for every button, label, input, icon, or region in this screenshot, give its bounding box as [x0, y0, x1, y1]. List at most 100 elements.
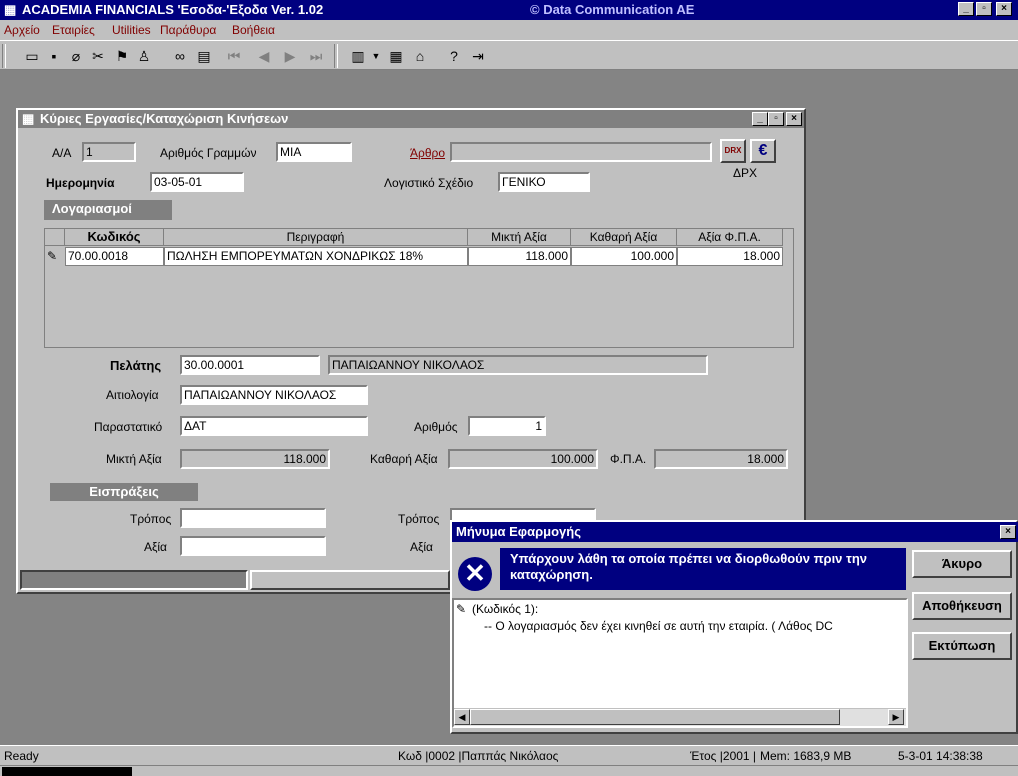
- status-bar: Ready Κωδ |0002 |Παππάς Νικόλαος Έτος |2…: [0, 745, 1018, 765]
- users-icon[interactable]: ♙: [134, 46, 154, 66]
- child-title-bar: ▦ Κύριες Εργασίες/Καταχώριση Κινήσεων _ …: [18, 110, 804, 128]
- exit-icon[interactable]: ⇥: [468, 46, 488, 66]
- number-field[interactable]: 1: [468, 416, 546, 436]
- binoculars-icon[interactable]: ∞: [170, 46, 190, 66]
- plan-field[interactable]: ΓΕΝΙΚΟ: [498, 172, 590, 192]
- close-button[interactable]: ×: [996, 2, 1012, 16]
- row-pencil-icon: ✎: [47, 249, 58, 263]
- child-title: Κύριες Εργασίες/Καταχώριση Κινήσεων: [40, 111, 289, 126]
- menu-windows[interactable]: Παράθυρα: [160, 23, 216, 37]
- customer-code-field[interactable]: 30.00.0001: [180, 355, 320, 375]
- child-close-button[interactable]: ×: [786, 112, 802, 126]
- app-icon: ▦: [4, 2, 17, 17]
- open-icon[interactable]: ▭: [22, 46, 42, 66]
- eraser-icon[interactable]: ⌀: [66, 46, 86, 66]
- save-button[interactable]: Αποθήκευση: [912, 592, 1012, 620]
- status-ready: Ready: [4, 749, 39, 763]
- lines-field[interactable]: ΜΙΑ: [276, 142, 352, 162]
- child-minimize-button[interactable]: _: [752, 112, 768, 126]
- lines-label: Αριθμός Γραμμών: [160, 146, 257, 160]
- minimize-button[interactable]: _: [958, 2, 974, 16]
- drx-label: ΔΡΧ: [733, 166, 758, 180]
- status-user: Κωδ |0002 |Παππάς Νικόλαος: [398, 749, 559, 763]
- prev-record-icon[interactable]: ◀: [254, 46, 274, 66]
- accounts-section-header: Λογαριασμοί: [44, 200, 172, 220]
- error-icon: ✕: [458, 557, 492, 591]
- vat-field: 18.000: [654, 449, 788, 469]
- receipts-section-header: Εισπράξεις: [50, 483, 198, 501]
- doc-field[interactable]: ΔΑΤ: [180, 416, 368, 436]
- app-title-bar: ▦ ACADEMIA FINANCIALS 'Εσοδα-'Εξοδα Ver.…: [0, 0, 1018, 20]
- plan-label: Λογιστικό Σχέδιο: [384, 176, 474, 190]
- building-icon[interactable]: ⌂: [410, 46, 430, 66]
- customer-label: Πελάτης: [110, 358, 162, 373]
- method-field[interactable]: [180, 508, 326, 528]
- grid-cell-gross[interactable]: 118.000: [468, 247, 571, 266]
- grid-header-gross[interactable]: Μικτή Αξία: [468, 229, 571, 246]
- grid-cell-net[interactable]: 100.000: [571, 247, 677, 266]
- status-mem: Mem: 1683,9 MB: [760, 749, 852, 763]
- net-label: Καθαρή Αξία: [370, 452, 438, 466]
- dialog-title-bar: Μήνυμα Εφαρμογής ×: [452, 522, 1018, 542]
- flag-icon[interactable]: ⚑: [112, 46, 132, 66]
- company-label: © Data Communication AE: [530, 2, 695, 17]
- tree-node-icon: ✎: [456, 602, 467, 616]
- horizontal-scrollbar[interactable]: ◀ ▶: [454, 708, 906, 726]
- list-icon[interactable]: ▦: [386, 46, 406, 66]
- next-record-icon[interactable]: ▶: [280, 46, 300, 66]
- calendar-icon[interactable]: ▤: [194, 46, 214, 66]
- menu-companies[interactable]: Εταιρίες: [52, 23, 95, 37]
- article-label[interactable]: Άρθρο: [410, 146, 445, 160]
- scroll-right-icon[interactable]: ▶: [888, 709, 904, 725]
- grid-cell-code[interactable]: 70.00.0018: [65, 247, 164, 266]
- grid-header-net[interactable]: Καθαρή Αξία: [571, 229, 677, 246]
- taskbar-item[interactable]: [2, 767, 132, 776]
- restore-button[interactable]: ▫: [976, 2, 992, 16]
- child-tab[interactable]: [250, 570, 450, 590]
- euro-icon[interactable]: €: [750, 139, 776, 163]
- aa-field[interactable]: 1: [82, 142, 136, 162]
- grid-header-description[interactable]: Περιγραφή: [164, 229, 468, 246]
- first-record-icon[interactable]: ⏮: [224, 46, 244, 66]
- tree-node[interactable]: (Κωδικός 1):: [472, 602, 538, 616]
- help-icon[interactable]: ?: [444, 46, 464, 66]
- toolbar-grip: [2, 44, 6, 68]
- grid-header-code[interactable]: Κωδικός: [65, 229, 164, 246]
- article-field[interactable]: [450, 142, 712, 162]
- status-datetime: 5-3-01 14:38:38: [898, 749, 983, 763]
- last-record-icon[interactable]: ⏭: [306, 46, 326, 66]
- date-field[interactable]: 03-05-01: [150, 172, 244, 192]
- cut-icon[interactable]: ✂: [88, 46, 108, 66]
- child-maximize-button[interactable]: ▫: [768, 112, 784, 126]
- print-button[interactable]: Εκτύπωση: [912, 632, 1012, 660]
- scroll-left-icon[interactable]: ◀: [454, 709, 470, 725]
- child-tab-active[interactable]: [20, 570, 248, 590]
- net-field: 100.000: [448, 449, 598, 469]
- columns-icon[interactable]: ▥: [348, 46, 368, 66]
- date-label: Ημερομηνία: [46, 176, 115, 190]
- menu-help[interactable]: Βοήθεια: [232, 23, 275, 37]
- grid-cell-vat[interactable]: 18.000: [677, 247, 783, 266]
- grid-header-vat[interactable]: Αξία Φ.Π.Α.: [677, 229, 783, 246]
- dropdown-arrow-icon[interactable]: ▼: [366, 46, 386, 66]
- error-tree[interactable]: ✎ (Κωδικός 1): -- Ο λογαριασμός δεν έχει…: [452, 598, 908, 728]
- save-icon[interactable]: ▪: [44, 46, 64, 66]
- bottom-strip: [0, 765, 1018, 776]
- toolbar-separator: [334, 44, 338, 68]
- cancel-button[interactable]: Άκυρο: [912, 550, 1012, 578]
- accounts-grid[interactable]: Κωδικός Περιγραφή Μικτή Αξία Καθαρή Αξία…: [44, 228, 794, 348]
- reason-field[interactable]: ΠΑΠΑΙΩΑΝΝΟΥ ΝΙΚΟΛΑΟΣ: [180, 385, 368, 405]
- amount-field[interactable]: [180, 536, 326, 556]
- dialog-close-button[interactable]: ×: [1000, 525, 1016, 539]
- grid-cell-description[interactable]: ΠΩΛΗΣΗ ΕΜΠΟΡΕΥΜΑΤΩΝ ΧΟΝΔΡΙΚΩΣ 18%: [164, 247, 468, 266]
- vat-label: Φ.Π.Α.: [610, 452, 647, 466]
- menu-bar: Αρχείο Εταιρίες Utilities Παράθυρα Βοήθε…: [0, 20, 1018, 40]
- menu-utilities[interactable]: Utilities: [112, 23, 151, 37]
- menu-file[interactable]: Αρχείο: [4, 23, 40, 37]
- dialog-title: Μήνυμα Εφαρμογής: [456, 524, 581, 539]
- child-icon: ▦: [22, 111, 35, 126]
- drx-currency-button[interactable]: DRX: [720, 139, 746, 163]
- tree-child[interactable]: -- Ο λογαριασμός δεν έχει κινηθεί σε αυτ…: [484, 619, 904, 633]
- doc-label: Παραστατικό: [94, 420, 163, 434]
- scroll-thumb[interactable]: [470, 709, 840, 725]
